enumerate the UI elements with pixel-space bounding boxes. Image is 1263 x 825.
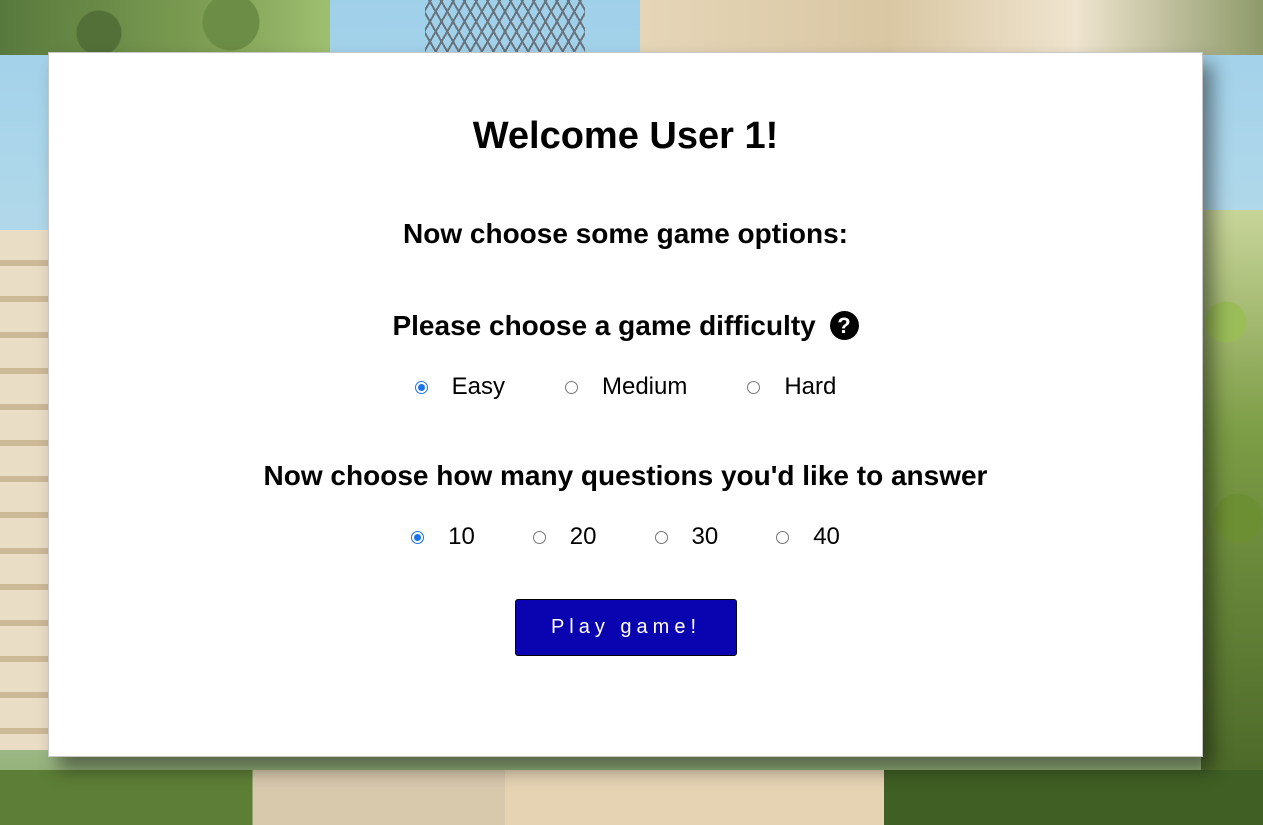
radio-button-10[interactable] <box>411 530 425 544</box>
background-building-left <box>0 230 48 750</box>
difficulty-option-easy[interactable]: Easy <box>414 373 505 401</box>
background-building <box>640 0 1263 55</box>
difficulty-heading: Please choose a game difficulty ? <box>49 310 1202 342</box>
game-options-card: Welcome User 1! Now choose some game opt… <box>48 52 1203 757</box>
questions-option-40[interactable]: 40 <box>776 523 840 551</box>
difficulty-option-medium[interactable]: Medium <box>564 373 688 401</box>
questions-option-20[interactable]: 20 <box>532 523 597 551</box>
background-tree <box>0 0 330 55</box>
radio-label: Hard <box>784 373 837 400</box>
question-circle-icon[interactable]: ? <box>829 311 859 340</box>
radio-label: Easy <box>451 373 505 400</box>
radio-button-medium[interactable] <box>564 380 578 394</box>
questions-radio-group: 10 20 30 40 <box>49 523 1202 551</box>
radio-button-40[interactable] <box>776 530 790 544</box>
difficulty-radio-group: Easy Medium Hard <box>49 373 1202 401</box>
questions-heading: Now choose how many questions you'd like… <box>263 460 988 491</box>
difficulty-option-hard[interactable]: Hard <box>747 373 836 401</box>
radio-label: 30 <box>691 523 719 550</box>
play-game-button[interactable]: Play game! <box>515 599 737 656</box>
radio-label: Medium <box>601 373 688 400</box>
questions-option-30[interactable]: 30 <box>654 523 719 551</box>
radio-button-30[interactable] <box>654 530 668 544</box>
difficulty-heading-text: Please choose a game difficulty <box>392 310 816 341</box>
page-title: Welcome User 1! <box>472 115 779 157</box>
background-street <box>0 770 1263 825</box>
background-eiffel-tower <box>425 0 585 55</box>
radio-label: 40 <box>813 523 840 550</box>
radio-button-20[interactable] <box>532 530 546 544</box>
radio-label: 10 <box>448 523 475 550</box>
radio-label: 20 <box>569 523 597 550</box>
questions-option-10[interactable]: 10 <box>411 523 475 551</box>
options-subtitle: Now choose some game options: <box>403 218 848 249</box>
background-foliage <box>1201 210 1263 770</box>
radio-button-easy[interactable] <box>414 380 428 394</box>
radio-button-hard[interactable] <box>747 380 761 394</box>
